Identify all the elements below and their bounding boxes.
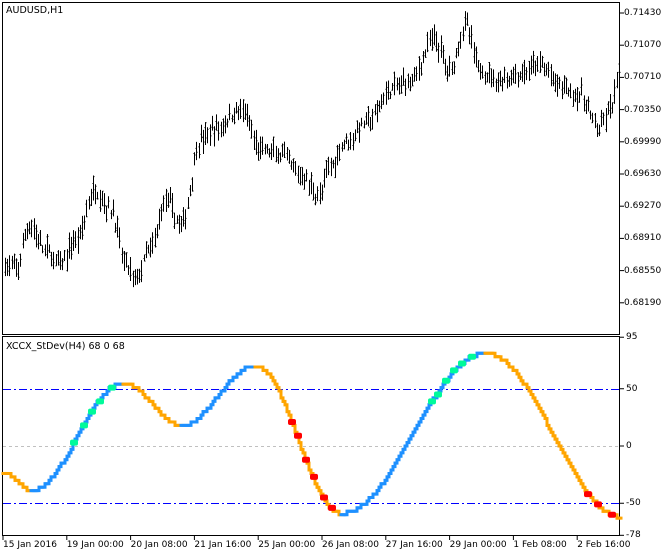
indicator-marker [294,432,302,439]
indicator-marker [450,367,458,374]
price-tick-label: 0.68190 [624,297,662,308]
chart-canvas [1,2,624,540]
indicator-marker [608,511,616,518]
indicator-marker [70,439,78,446]
time-tick-label: 15 Jan 2016 [3,540,57,550]
indicator-marker [96,398,104,405]
indicator-marker [434,391,442,398]
indicator-marker [584,491,592,498]
time-tick-label: 19 Jan 00:00 [66,540,124,550]
price-window-frame [2,2,620,335]
indicator-marker [88,408,96,415]
indicator-tick-label: 95 [626,332,638,343]
indicator-marker [594,501,602,508]
price-tick-label: 0.71430 [624,8,662,18]
indicator-marker [310,473,318,480]
price-tick-label: 0.69270 [624,201,662,212]
indicator-marker [442,377,450,384]
time-tick-label: 1 Feb 08:00 [513,540,567,550]
price-tick-label: 0.71070 [624,40,662,51]
price-tick-label: 0.68910 [624,233,662,244]
indicator-tick-label: 0 [626,441,632,451]
time-tick-label: 26 Jan 08:00 [322,540,379,550]
time-tick-label: 20 Jan 08:00 [130,540,188,550]
indicator-marker [458,360,466,367]
time-tick-label: 2 Feb 16:00 [577,540,631,550]
indicator-tick-label: 50 [626,383,638,394]
indicator-marker [320,494,328,501]
indicator-marker [288,418,296,425]
price-tick-label: 0.69630 [624,169,662,179]
indicator-tick-label: -78 [626,530,641,541]
time-tick-label: 29 Jan 00:00 [449,540,507,550]
indicator-marker [468,353,476,360]
price-tick-label: 0.70350 [624,104,662,115]
time-tick-label: 25 Jan 00:00 [258,540,316,550]
indicator-marker [302,456,310,463]
indicator-window-title: XCCX_StDev(H4) 68 0 68 [6,341,125,352]
time-tick-label: 21 Jan 16:00 [194,540,252,550]
price-tick-label: 0.70710 [624,72,662,83]
indicator-marker [80,422,88,429]
price-tick-label: 0.69990 [624,136,662,147]
time-tick-label: 27 Jan 16:00 [385,540,443,550]
indicator-window-frame [2,336,620,536]
indicator-marker [108,384,116,391]
price-tick-label: 0.68550 [624,265,662,276]
indicator-marker [428,398,436,405]
indicator-marker [328,504,336,511]
indicator-tick-label: -50 [626,498,641,509]
price-window-title: AUDUSD,H1 [6,5,64,16]
